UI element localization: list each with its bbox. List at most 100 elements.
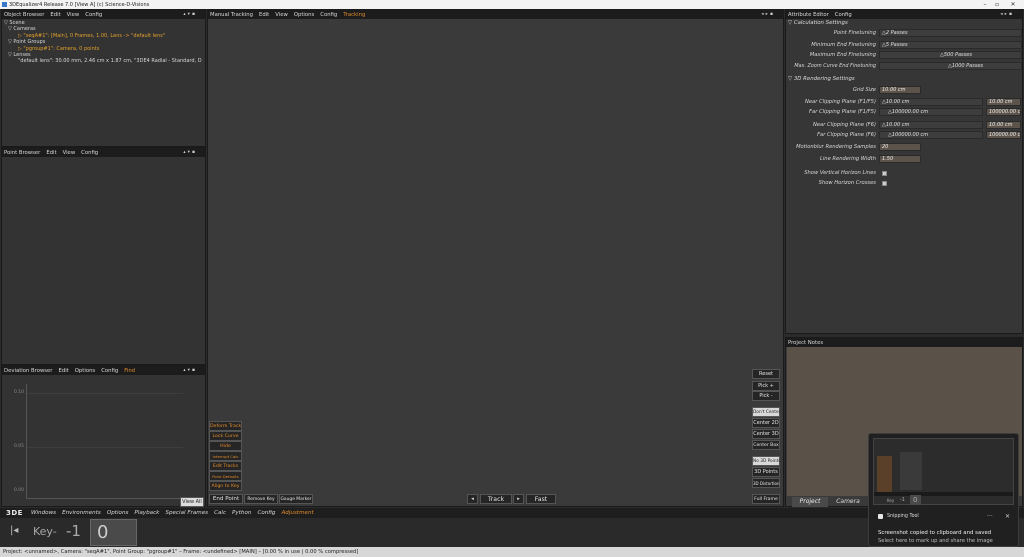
interrupt-calc-button[interactable]: Interrupt Calc (209, 451, 242, 461)
track-backward-button[interactable]: ◂ (467, 494, 478, 504)
panel-arrows-icon[interactable]: ▴▾▪ (183, 10, 197, 19)
jump-start-icon[interactable]: |◂ (10, 525, 18, 536)
vertical-horizon-checkbox[interactable] (882, 170, 887, 176)
deviation-menu-config[interactable]: Config (101, 368, 118, 374)
tab-camera[interactable]: Camera (830, 497, 866, 507)
close-window-button[interactable]: ✕ (1006, 0, 1020, 9)
mt-menu-tracking[interactable]: Tracking (343, 12, 365, 18)
near-clip-f1-field[interactable]: △10.00 cm (879, 98, 983, 106)
deform-track-button[interactable]: Deform Track (209, 421, 242, 431)
rendering-settings-section[interactable]: ▽ 3D Rendering Settings (788, 76, 855, 82)
deviation-browser-title: Deviation Browser (4, 367, 53, 374)
max-end-finetuning-row: Maximum End Finetuning △500 Passes (786, 51, 1022, 59)
object-browser-menu-config[interactable]: Config (85, 12, 102, 18)
near-clip-f6-label: Near Clipping Plane (F6) (812, 122, 876, 128)
deviation-graph[interactable] (26, 384, 183, 499)
mt-menu-edit[interactable]: Edit (259, 12, 269, 18)
menu-config[interactable]: Config (257, 510, 275, 516)
toast-line2: Select here to mark up and share the ima… (878, 538, 993, 544)
panel-arrows-icon[interactable]: ▴▾▪ (183, 148, 197, 157)
current-frame-value: 0 (97, 522, 109, 543)
menu-special-frames[interactable]: Special Frames (165, 510, 208, 516)
menu-windows[interactable]: Windows (31, 510, 56, 516)
menu-adjustment[interactable]: Adjustment (281, 510, 313, 516)
no-3d-points-button[interactable]: No 3D Points (752, 456, 781, 466)
align-to-key-button[interactable]: Align to Key (209, 481, 242, 491)
point-browser-menu-edit[interactable]: Edit (46, 150, 56, 156)
panel-arrows-icon[interactable]: ◂▸▪ (1000, 10, 1014, 19)
menu-playback[interactable]: Playback (134, 510, 159, 516)
mt-menu-view[interactable]: View (275, 12, 288, 18)
3d-points-button[interactable]: 3D Points (752, 467, 780, 477)
tree-lens-item[interactable]: "default lens": 30.00 mm, 2.46 cm x 1.87… (4, 58, 205, 64)
min-end-finetuning-label: Minimum End Finetuning (811, 42, 876, 48)
mt-menu-config[interactable]: Config (320, 12, 337, 18)
far-clip-f6-row: Far Clipping Plane (F6) △100000.00 cm 10… (786, 131, 1021, 139)
panel-arrows-icon[interactable]: ◂▸▪ (761, 10, 775, 19)
end-point-button[interactable]: End Point (209, 494, 243, 504)
current-frame-box[interactable]: 0 (90, 519, 137, 546)
far-clip-f1-box[interactable]: 100000.00 c (986, 108, 1021, 116)
horizon-crosses-checkbox[interactable] (882, 180, 887, 186)
attribute-menu-config[interactable]: Config (835, 12, 852, 18)
hide-button[interactable]: Hide (209, 441, 242, 451)
full-frame-button[interactable]: Full Frame (752, 494, 780, 504)
tracking-viewport[interactable] (208, 19, 783, 507)
point-finetuning-row: Point Finetuning △2 Passes (786, 29, 1022, 37)
point-browser-menu-view[interactable]: View (63, 150, 76, 156)
near-clip-f6-field[interactable]: △10.00 cm (879, 121, 983, 129)
toast-more-icon[interactable]: ··· (987, 513, 993, 520)
far-clip-f1-field[interactable]: △100000.00 cm (879, 108, 983, 116)
object-browser-menu-view[interactable]: View (67, 12, 80, 18)
far-clip-f6-box[interactable]: 100000.00 c (986, 131, 1021, 139)
deviation-menu-edit[interactable]: Edit (58, 368, 68, 374)
maximize-button[interactable]: ▫ (990, 0, 1004, 9)
menu-python[interactable]: Python (232, 510, 251, 516)
view-all-button[interactable]: View All (180, 497, 204, 507)
center-box-button[interactable]: Center Box (752, 440, 780, 450)
track-forward-button[interactable]: ▸ (513, 494, 524, 504)
deviation-menu-options[interactable]: Options (75, 368, 95, 374)
menu-environments[interactable]: Environments (62, 510, 101, 516)
point-defaults-button[interactable]: Point Defaults (209, 471, 242, 481)
near-clip-f6-box[interactable]: 10.00 cm (986, 121, 1021, 129)
pick-minus-button[interactable]: Pick - (752, 391, 780, 401)
track-button[interactable]: Track (480, 494, 512, 504)
max-end-finetuning-field[interactable]: △500 Passes (879, 51, 1022, 59)
center-3d-button[interactable]: Center 3D (752, 429, 780, 439)
far-clip-f6-field[interactable]: △100000.00 cm (879, 131, 983, 139)
panel-arrows-icon[interactable]: ▴▾▪ (183, 366, 197, 375)
center-2d-button[interactable]: Center 2D (752, 418, 780, 428)
edit-tracks-button[interactable]: Edit Tracks (209, 461, 242, 471)
reset-button[interactable]: Reset (752, 369, 780, 379)
motionblur-label: Motionblur Rendering Samples (796, 144, 876, 150)
pick-plus-button[interactable]: Pick + (752, 381, 780, 391)
point-browser-menu-config[interactable]: Config (81, 150, 98, 156)
snipping-toast[interactable]: Key -1 0 Snipping Tool ··· ✕ Screenshot … (868, 433, 1019, 547)
dont-center-button[interactable]: Don't Center (752, 407, 780, 417)
menu-calc[interactable]: Calc (214, 510, 226, 516)
mt-menu-options[interactable]: Options (294, 12, 314, 18)
tab-project[interactable]: Project (792, 497, 828, 507)
near-clip-f1-box[interactable]: 10.00 cm (986, 98, 1021, 106)
motionblur-field[interactable]: 20 (879, 143, 921, 151)
object-browser-menu-edit[interactable]: Edit (50, 12, 60, 18)
object-browser-header: Object Browser Edit View Config ▴▾▪ (2, 10, 205, 19)
grid-size-field[interactable]: 10.00 cm (879, 86, 921, 94)
deviation-menu-find[interactable]: Find (124, 368, 135, 374)
line-width-field[interactable]: 1.50 (879, 155, 921, 163)
point-browser-panel: Point Browser Edit View Config ▴▾▪ (1, 147, 206, 365)
lock-curve-button[interactable]: Lock Curve (209, 431, 242, 441)
line-width-label: Line Rendering Width (819, 156, 876, 162)
point-finetuning-field[interactable]: △2 Passes (879, 29, 1022, 37)
calc-settings-section[interactable]: ▽ Calculation Settings (788, 20, 848, 26)
menu-options[interactable]: Options (107, 510, 129, 516)
remove-key-button[interactable]: Remove Key (244, 494, 278, 504)
max-zoom-finetuning-field[interactable]: △1000 Passes (879, 62, 1022, 70)
min-end-finetuning-field[interactable]: △5 Passes (879, 41, 1022, 49)
toast-close-icon[interactable]: ✕ (1005, 513, 1010, 520)
3d-distortion-button[interactable]: 3D Distortion (752, 478, 780, 488)
gauge-marker-button[interactable]: Gauge Marker (279, 494, 313, 504)
deviation-tick-top: 0.10 (14, 390, 25, 395)
fast-button[interactable]: Fast (526, 494, 556, 504)
